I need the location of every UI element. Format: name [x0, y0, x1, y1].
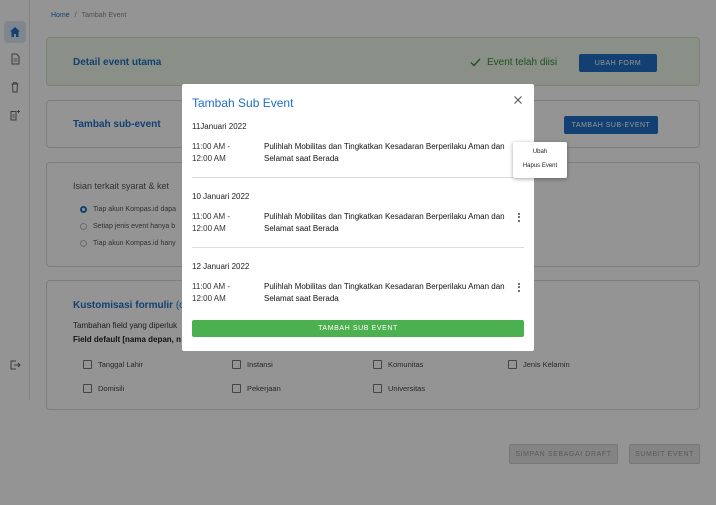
modal-title: Tambah Sub Event [192, 96, 294, 110]
add-sub-event-modal-button[interactable]: TAMBAH SUB EVENT [192, 320, 524, 337]
event-title: Pulihlah Mobilitas dan Tingkatkan Kesada… [264, 142, 505, 163]
event-time-end: 12:00 AM [192, 294, 226, 303]
divider [192, 247, 524, 248]
more-options-icon[interactable] [516, 211, 522, 223]
group-date: 12 Januari 2022 [192, 262, 250, 271]
group-date: 10 Januari 2022 [192, 192, 250, 201]
menu-item-edit[interactable]: Ubah [513, 149, 567, 155]
event-time: 11:00 AM - 12:00 AM [192, 211, 252, 235]
event-time-start: 11:00 AM - [192, 142, 231, 151]
event-options-menu: Ubah Hapus Event [513, 142, 567, 178]
event-title: Pulihlah Mobilitas dan Tingkatkan Kesada… [264, 282, 505, 303]
close-icon[interactable] [512, 94, 524, 106]
event-time-end: 12:00 AM [192, 224, 226, 233]
menu-item-delete[interactable]: Hapus Event [513, 163, 567, 169]
sub-event-modal: Tambah Sub Event 11Januari 2022 11:00 AM… [182, 84, 534, 351]
group-date: 11Januari 2022 [192, 122, 247, 131]
event-time: 11:00 AM - 12:00 AM [192, 281, 252, 305]
more-options-icon[interactable] [516, 281, 522, 293]
event-time-start: 11:00 AM - [192, 212, 231, 221]
divider [192, 177, 524, 178]
event-title: Pulihlah Mobilitas dan Tingkatkan Kesada… [264, 212, 505, 233]
event-time-end: 12:00 AM [192, 154, 226, 163]
event-time-start: 11:00 AM - [192, 282, 231, 291]
event-time: 11:00 AM - 12:00 AM [192, 141, 252, 165]
